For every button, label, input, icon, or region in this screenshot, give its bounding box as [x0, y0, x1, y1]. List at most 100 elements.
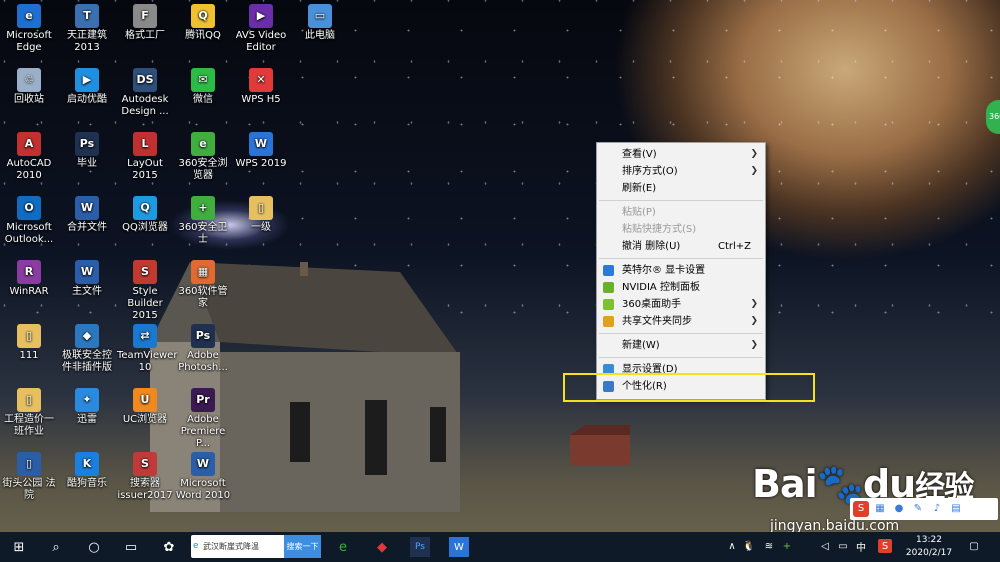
desktop-icon[interactable]: R WinRAR [1, 260, 57, 298]
app-icon: W [75, 260, 99, 284]
desktop-icon[interactable]: +360安全卫士 [175, 196, 231, 246]
desktop-icon[interactable]: T 天正建筑 2013 [59, 4, 115, 54]
menu-separator [599, 357, 763, 358]
photoshop-taskbar-icon[interactable]: Ps [410, 537, 430, 557]
desktop-icon[interactable]: O Microsoft Outlook... [1, 196, 57, 246]
desktop-icon[interactable]: ▶ 启动优酷 [59, 68, 115, 106]
360-icon [603, 299, 614, 310]
desktop-icon[interactable]: ◆ 极联安全控件非插件版 [59, 324, 115, 374]
desktop-icon[interactable]: Q 腾讯QQ [175, 4, 231, 42]
chevron-right-icon: ❯ [750, 166, 758, 176]
desktop-icon[interactable]: Q QQ浏览器 [117, 196, 173, 234]
desktop-icon[interactable]: ▭ 此电脑 [292, 4, 348, 42]
qq-tray-icon[interactable]: 🐧 [742, 536, 756, 556]
app-icon: S [133, 452, 157, 476]
desktop-icon[interactable]: ✕ WPS H5 [233, 68, 289, 106]
sogou-icon[interactable]: S [853, 501, 869, 517]
context-menu-item[interactable]: 360桌面助手 ❯ [597, 296, 765, 313]
desktop-icon[interactable]: U UC浏览器 [117, 388, 173, 426]
desktop-icon[interactable]: S Style Builder 2015 [117, 260, 173, 322]
search-input[interactable]: 武汉断崖式降温 [203, 535, 259, 558]
search-icon[interactable]: ⌕ [46, 537, 66, 557]
ime-pen-icon[interactable]: ✎ [910, 501, 926, 517]
windows-start-icon[interactable]: ⊞ [9, 537, 29, 557]
baidu-jingyan-watermark: Bai🐾du经验 jingyan.baidu.com [752, 452, 992, 542]
desktop-icon[interactable]: F 格式工厂 [117, 4, 173, 42]
desktop-icon[interactable]: ✦ 迅雷 [59, 388, 115, 426]
nvidia-icon [603, 282, 614, 293]
volume-icon[interactable]: ◁ [818, 536, 832, 556]
app-icon: ✕ [249, 68, 273, 92]
desktop-icon-label: 微信 [193, 94, 213, 105]
pinwheel-icon[interactable]: ✿ [159, 537, 179, 557]
clock[interactable]: 13:22 2020/2/17 [900, 534, 958, 560]
sync-icon [603, 316, 614, 327]
desktop-icon[interactable]: ▯ 111 [1, 324, 57, 362]
search-button[interactable]: 搜索一下 [284, 535, 321, 558]
ime-voice-icon[interactable]: ♪ [929, 501, 945, 517]
desktop-icon-label: 360安全卫士 [178, 222, 228, 245]
desktop-icon[interactable]: ▯ 街头公园 法院 [1, 452, 57, 502]
menu-separator [599, 200, 763, 201]
desktop-icon[interactable]: ✉ 微信 [175, 68, 231, 106]
taskbar-search-box[interactable]: e 武汉断崖式降温 搜索一下 [191, 535, 321, 558]
tray-expand-icon[interactable]: ∧ [726, 536, 738, 556]
desktop-icon[interactable]: Ps Adobe Photosh... [175, 324, 231, 374]
context-menu-item[interactable]: 粘贴快捷方式(S) [597, 221, 765, 238]
task-view-icon[interactable]: ▭ [121, 537, 141, 557]
ime-keyboard-icon[interactable]: ▦ [872, 501, 888, 517]
desktop-icon[interactable]: W Microsoft Word 2010 [175, 452, 231, 502]
wps-taskbar-icon[interactable]: W [449, 537, 469, 557]
context-menu-item[interactable]: 新建(W) ❯ [597, 337, 765, 354]
app-icon: e [191, 132, 215, 156]
context-menu-item[interactable]: 粘贴(P) [597, 204, 765, 221]
desktop-icon-label: Microsoft Word 2010 [175, 478, 231, 501]
app-icon: W [249, 132, 273, 156]
desktop-icon[interactable]: ♲ 回收站 [1, 68, 57, 106]
360-side-badge[interactable]: 360 [986, 100, 1000, 134]
ime-mic-icon[interactable]: ● [891, 501, 907, 517]
desktop-icon-label: AutoCAD 2010 [6, 158, 52, 181]
context-menu-item[interactable]: 排序方式(O) ❯ [597, 163, 765, 180]
ime-toolbar[interactable]: S ▦ ● ✎ ♪ ▤ [850, 498, 998, 520]
desktop-icon-label: 极联安全控件非插件版 [62, 350, 112, 373]
wifi-icon[interactable]: ≋ [762, 536, 776, 556]
context-menu-item[interactable]: 刷新(E) [597, 180, 765, 197]
desktop-icon[interactable]: e Microsoft Edge [1, 4, 57, 54]
battery-icon[interactable]: ▭ [836, 536, 850, 556]
sketchup-taskbar-icon[interactable]: ◆ [372, 537, 392, 557]
ime-mode[interactable]: 中 [854, 536, 868, 556]
desktop-icon[interactable]: Pr Adobe Premiere P... [175, 388, 231, 450]
shortcut-label: Ctrl+Z [717, 241, 751, 252]
context-menu-label: 360桌面助手 [622, 299, 682, 310]
desktop-icon[interactable]: L LayOut 2015 [117, 132, 173, 182]
sogou-tray-icon[interactable]: S [878, 539, 892, 553]
desktop-icon[interactable]: S 搜索器 issuer2017 [117, 452, 173, 502]
desktop-icon[interactable]: ▶ AVS Video Editor [233, 4, 289, 54]
360-browser-taskbar-icon[interactable]: e [333, 537, 353, 557]
ime-grid-icon[interactable]: ▤ [948, 501, 964, 517]
desktop-icon[interactable]: W 合并文件 [59, 196, 115, 234]
context-menu-item[interactable]: 共享文件夹同步 ❯ [597, 313, 765, 330]
context-menu-item[interactable]: NVIDIA 控制面板 [597, 279, 765, 296]
desktop-icon[interactable]: e 360安全浏览器 [175, 132, 231, 182]
desktop-icon[interactable]: ▦ 360软件管家 [175, 260, 231, 310]
desktop-icon[interactable]: ⇄ TeamViewer 10 [117, 324, 177, 374]
desktop-icon-label: 格式工厂 [125, 30, 165, 41]
desktop-icon[interactable]: W WPS 2019 [233, 132, 289, 170]
context-menu-items: 查看(V) ❯ 排序方式(O) ❯ 刷新(E) 粘贴(P) 粘贴快捷方式(S) 撤消 删除(U… [597, 143, 765, 395]
desktop-icon[interactable]: K 酷狗音乐 [59, 452, 115, 490]
desktop-icon[interactable]: W 主文件 [59, 260, 115, 298]
app-icon: Pr [191, 388, 215, 412]
cortana-icon[interactable]: ○ [84, 537, 104, 557]
notification-icon[interactable]: ▢ [966, 536, 982, 556]
desktop-icon[interactable]: ▯ 一级 [233, 196, 289, 234]
desktop-icon[interactable]: A AutoCAD 2010 [1, 132, 57, 182]
context-menu-item[interactable]: 英特尔® 显卡设置 [597, 262, 765, 279]
context-menu-item[interactable]: 查看(V) ❯ [597, 146, 765, 163]
desktop-icon[interactable]: ▯ 工程造价一班作业 [1, 388, 57, 438]
desktop-icon[interactable]: DS Autodesk Design ... [117, 68, 173, 118]
360-tray-icon[interactable]: + [780, 536, 794, 556]
context-menu-item[interactable]: 撤消 删除(U) Ctrl+Z [597, 238, 765, 255]
desktop-icon[interactable]: Ps 毕业 [59, 132, 115, 170]
